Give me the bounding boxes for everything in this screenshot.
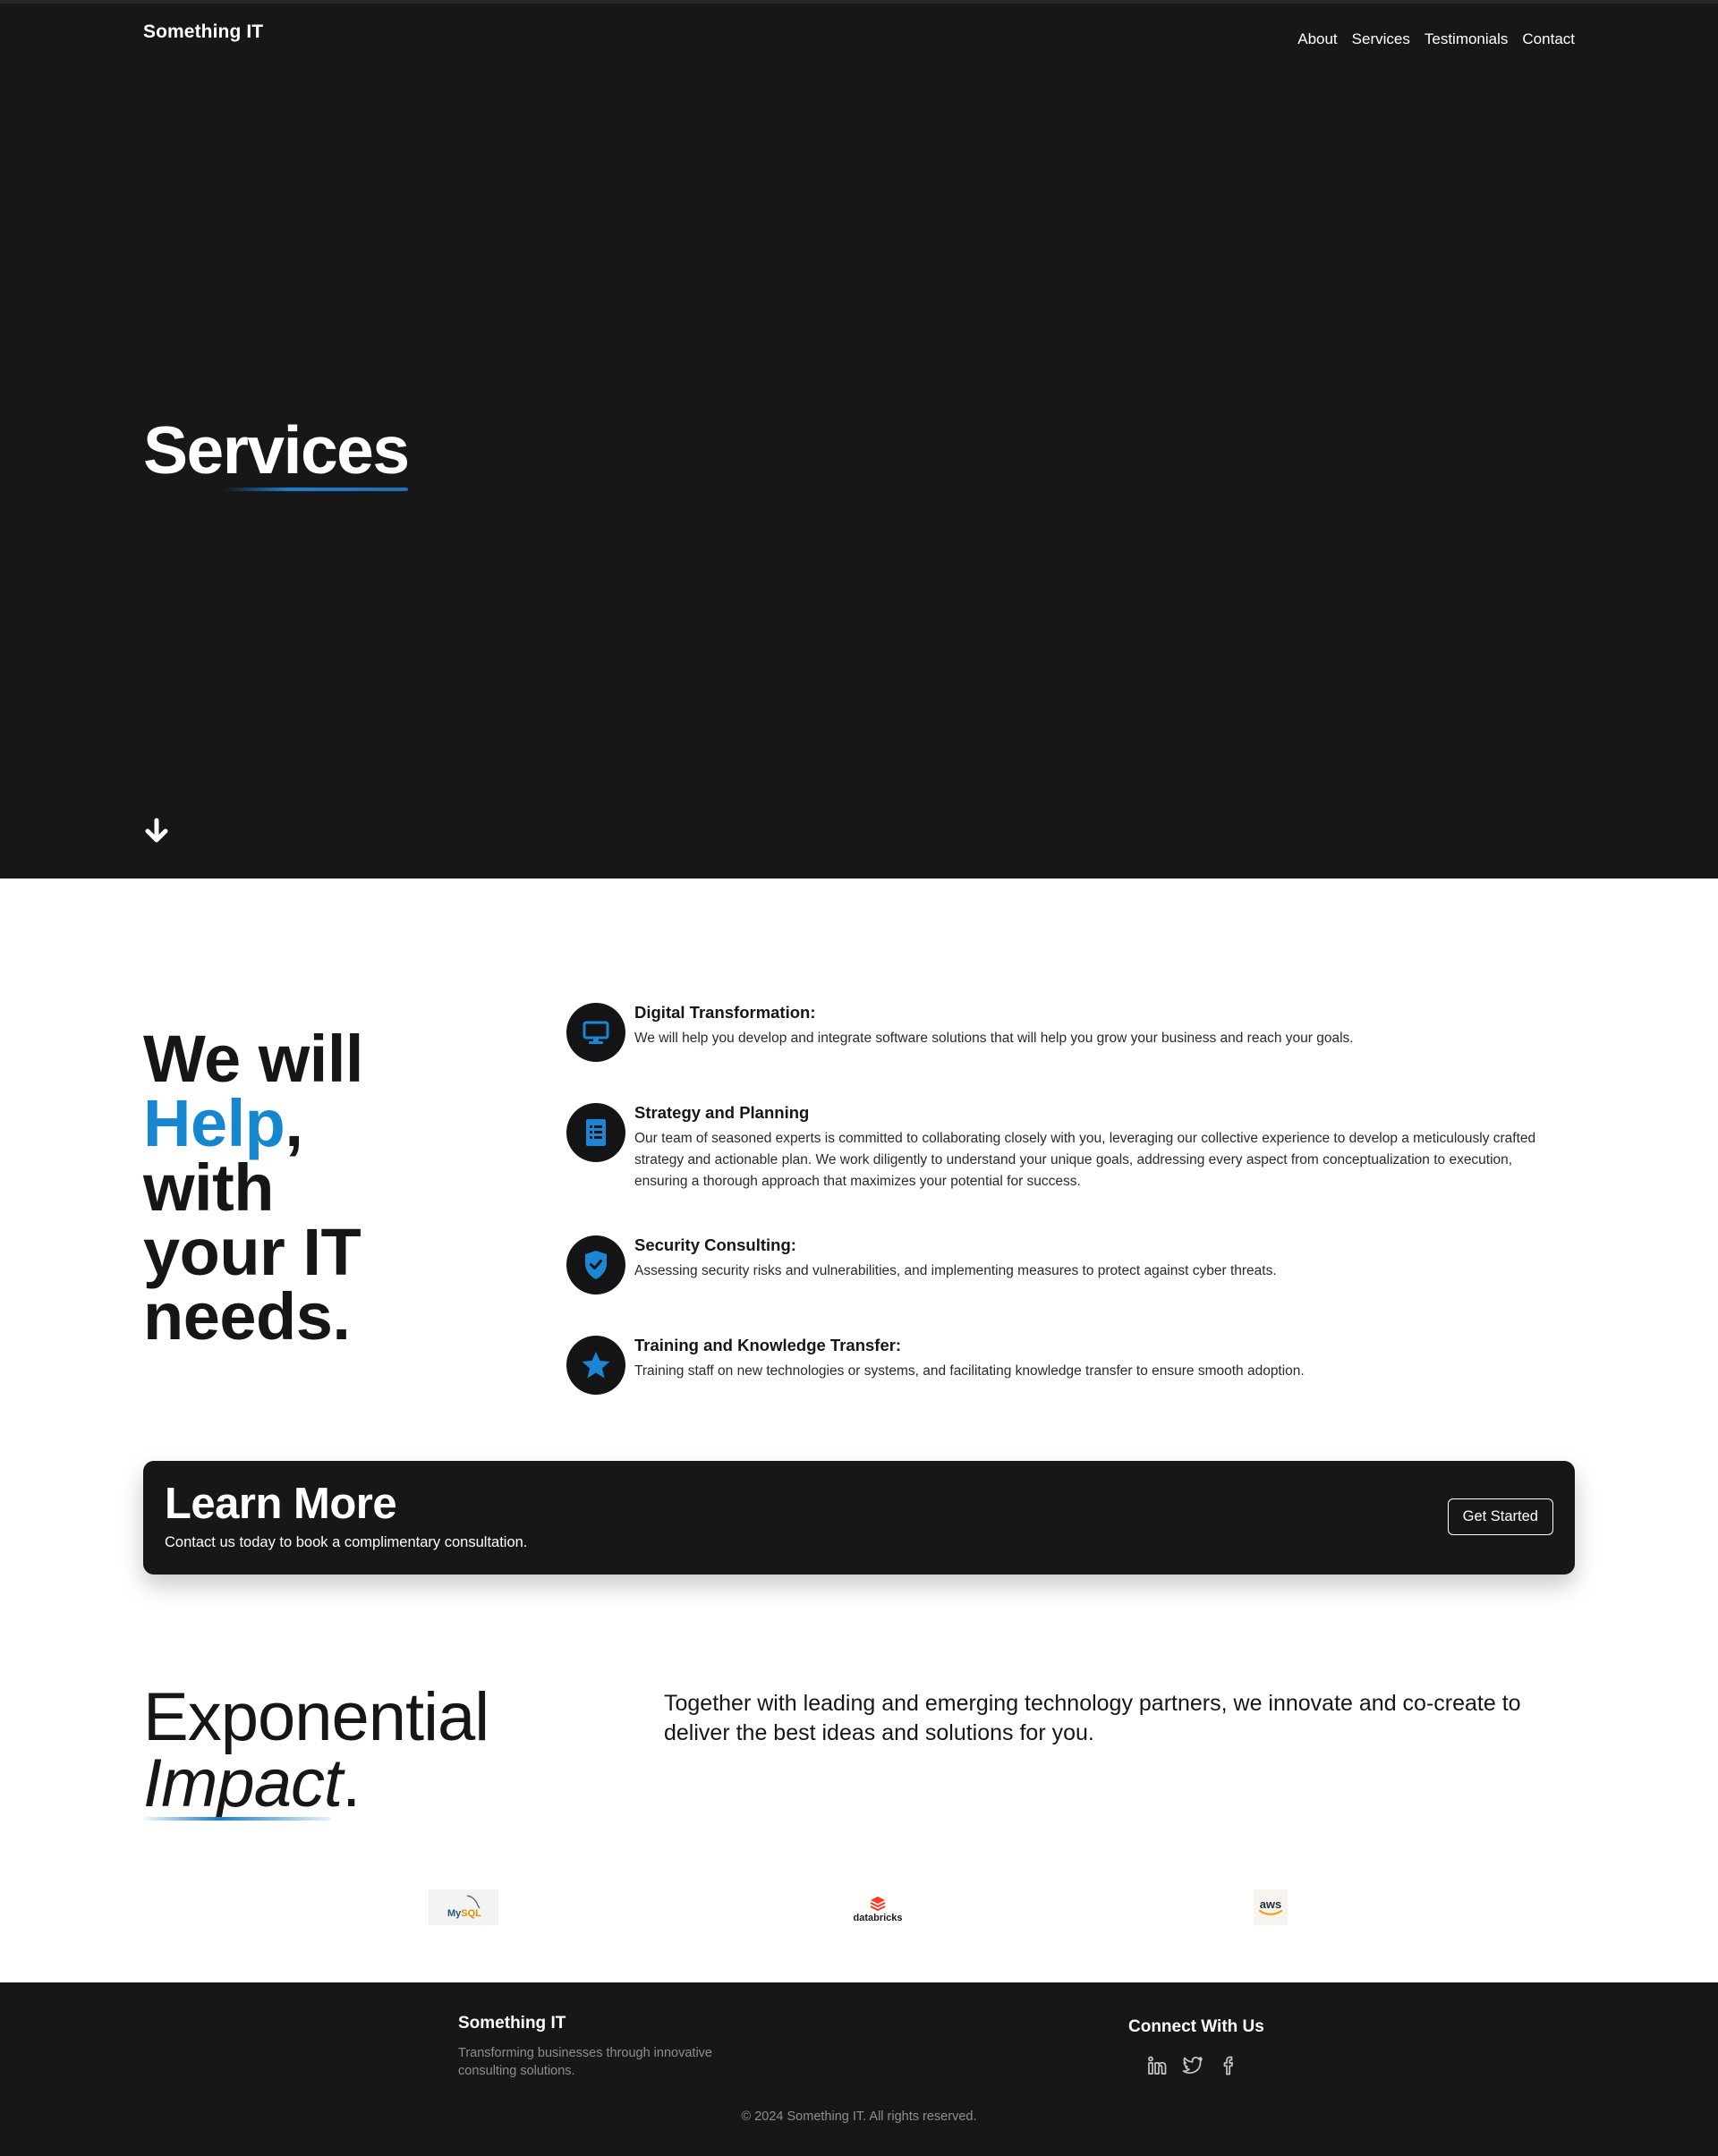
databricks-stack-icon [870, 1896, 886, 1911]
impact-underline [143, 1817, 331, 1821]
impact-word-1: Exponential [143, 1679, 489, 1755]
linkedin-icon[interactable] [1145, 2054, 1169, 2077]
aws-logo: aws [1254, 1889, 1288, 1925]
copyright-text: © 2024 Something IT. All rights reserved… [741, 2109, 977, 2124]
hero-section: Something IT About Services Testimonials… [0, 0, 1718, 879]
help-line-1: We will [143, 1022, 363, 1096]
service-description: We will help you develop and integrate s… [634, 1031, 1354, 1046]
nav-link-services[interactable]: Services [1352, 30, 1410, 48]
service-title: Digital Transformation: [634, 1003, 816, 1022]
mysql-dolphin-icon: MySQL [447, 1895, 481, 1919]
document-list-icon [566, 1103, 625, 1162]
service-description: Our team of seasoned experts is committe… [634, 1131, 1536, 1189]
databricks-logo: databricks [846, 1889, 909, 1929]
nav-link-testimonials[interactable]: Testimonials [1425, 30, 1509, 48]
banner-title: Learn More [165, 1480, 397, 1528]
nav-link-contact[interactable]: Contact [1522, 30, 1575, 48]
nav-link-about[interactable]: About [1297, 30, 1337, 48]
svg-text:MySQL: MySQL [447, 1908, 481, 1919]
databricks-wordmark: databricks [853, 1912, 903, 1923]
footer-brand: Something IT [458, 2014, 566, 2033]
twitter-icon[interactable] [1181, 2054, 1204, 2077]
help-comma: , [285, 1086, 303, 1160]
footer-tagline: Transforming businesses through innovati… [458, 2046, 712, 2078]
get-started-button[interactable]: Get Started [1447, 1498, 1553, 1535]
aws-wordmark: aws [1259, 1897, 1282, 1911]
footer: Something IT Transforming businesses thr… [0, 1982, 1718, 2156]
aws-smile-icon [1259, 1910, 1282, 1915]
learn-more-banner: Learn More Contact us today to book a co… [143, 1461, 1575, 1575]
impact-paragraph: Together with leading and emerging techn… [664, 1691, 1521, 1745]
help-line-5: needs. [143, 1279, 351, 1354]
star-icon [566, 1336, 625, 1395]
brand-logo-text[interactable]: Something IT [143, 21, 263, 43]
mysql-logo: MySQL [429, 1889, 498, 1925]
service-title: Security Consulting: [634, 1235, 796, 1254]
banner-subtitle: Contact us today to book a complimentary… [165, 1534, 528, 1550]
impact-heading: Exponential Impact. [143, 1684, 489, 1818]
service-title: Training and Knowledge Transfer: [634, 1336, 902, 1354]
help-heading: We will Help, with your IT needs. [143, 1026, 363, 1350]
page-title: Services [143, 412, 410, 488]
facebook-icon[interactable] [1217, 2054, 1240, 2077]
connect-heading: Connect With Us [1128, 2017, 1264, 2036]
service-title: Strategy and Planning [634, 1103, 810, 1122]
service-description: Training staff on new technologies or sy… [634, 1363, 1305, 1379]
help-line-3: with [143, 1150, 274, 1225]
service-description: Assessing security risks and vulnerabili… [634, 1263, 1277, 1278]
impact-period: . [342, 1745, 361, 1821]
help-line-4: your IT [143, 1215, 361, 1289]
help-highlight: Help [143, 1086, 285, 1160]
social-links [1145, 2054, 1240, 2077]
monitor-icon [566, 1003, 625, 1062]
shield-check-icon [566, 1235, 625, 1294]
impact-word-2: Impact [143, 1745, 343, 1821]
main-nav: About Services Testimonials Contact [1297, 30, 1575, 48]
arrow-down-icon[interactable] [143, 818, 170, 845]
title-underline [224, 488, 408, 491]
